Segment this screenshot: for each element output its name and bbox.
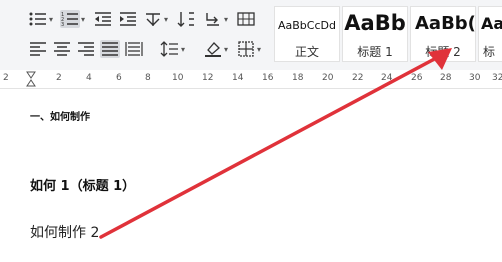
ruler-tick: 32 [492,73,502,83]
ruler-tick: 22 [352,73,364,83]
shading-icon[interactable] [203,40,223,58]
styles-gallery: AaBbCcDd 正文 AaBb 标题 1 AaBb( 标题 2 AaI 标 [270,6,502,62]
ruler-tick: 2 [56,73,62,83]
style-preview: AaI [481,14,502,33]
chevron-down-icon[interactable]: ▾ [224,15,228,24]
chevron-down-icon[interactable]: ▾ [81,15,85,24]
style-heading-2[interactable]: AaBb( 标题 2 [410,6,476,62]
ruler-tick: 30 [469,73,481,83]
decrease-indent-icon[interactable] [93,10,113,28]
increase-indent-icon[interactable] [118,10,138,28]
ruler-tick: 4 [86,73,92,83]
sort-icon[interactable] [176,10,196,28]
align-center-icon[interactable] [52,40,72,58]
ribbon: ▾ 123 ▾ ▾ ▾ ▾ ▾ ▾ AaBbCcDd 正文 AaBb 标题 1 … [0,0,502,71]
ruler-tick: 26 [411,73,423,83]
ruler-tick: 14 [232,73,244,83]
indent-marker-icon[interactable] [26,71,36,91]
style-preview: AaBb [344,11,406,35]
chevron-down-icon[interactable]: ▾ [257,45,261,54]
document-page[interactable]: 一、如何制作 如何 1（标题 1） 如何制作 2 [0,89,502,262]
distributed-icon[interactable] [124,40,144,58]
justify-icon[interactable] [100,40,120,58]
ruler-tick: 28 [440,73,452,83]
align-right-icon[interactable] [76,40,96,58]
style-heading-1[interactable]: AaBb 标题 1 [342,6,408,62]
chevron-down-icon[interactable]: ▾ [224,45,228,54]
ruler-tick: 16 [262,73,274,83]
svg-text:3: 3 [61,22,64,28]
line-spacing-icon[interactable] [160,40,180,58]
ruler-tick: 12 [202,73,214,83]
borders-icon[interactable] [236,40,256,58]
body-line: 如何制作 2 [30,225,100,241]
chinese-layout-icon[interactable] [143,10,163,28]
ruler-tick: 20 [322,73,334,83]
style-preview: AaBbCcDd [278,19,336,32]
style-label: 标题 1 [357,45,393,59]
ruler-tick: 24 [381,73,393,83]
ruler-tick: 2 [3,73,9,83]
style-normal[interactable]: AaBbCcDd 正文 [274,6,340,62]
horizontal-ruler[interactable]: 2 2 4 6 8 10 12 14 16 18 20 22 24 26 28 … [0,70,502,89]
heading-1-line: 如何 1（标题 1） [30,179,136,194]
ruler-tick: 10 [172,73,184,83]
style-label: 标 [483,45,496,59]
bullet-list-icon[interactable] [28,10,48,28]
style-heading-3[interactable]: AaI 标 [478,6,502,62]
table-tool-icon[interactable] [236,10,256,28]
text-direction-icon[interactable] [203,10,223,28]
ruler-tick: 6 [116,73,122,83]
ruler-tick: 8 [145,73,151,83]
numbered-list-icon[interactable]: 123 [60,10,80,28]
heading-line: 一、如何制作 [30,112,90,123]
style-preview: AaBb( [415,13,476,34]
style-label: 标题 2 [425,45,461,59]
chevron-down-icon[interactable]: ▾ [164,15,168,24]
align-left-icon[interactable] [28,40,48,58]
style-label: 正文 [294,45,319,59]
chevron-down-icon[interactable]: ▾ [181,45,185,54]
ruler-tick: 18 [292,73,304,83]
chevron-down-icon[interactable]: ▾ [49,15,53,24]
